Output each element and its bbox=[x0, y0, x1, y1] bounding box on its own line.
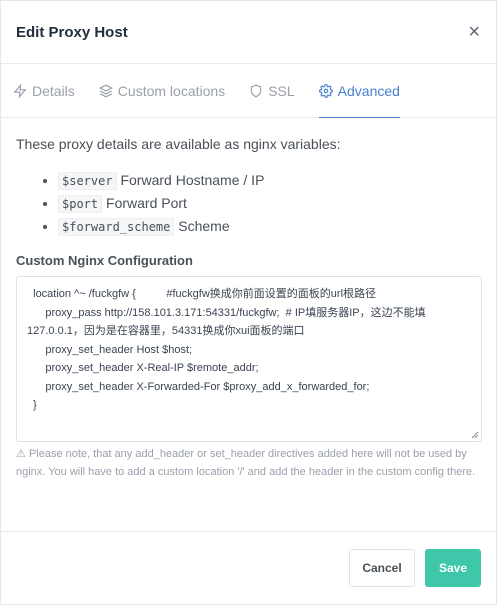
resize-handle-icon[interactable] bbox=[471, 431, 479, 439]
edit-proxy-host-modal: Edit Proxy Host × Details Custom locatio… bbox=[0, 0, 497, 605]
warning-icon: ⚠ bbox=[16, 448, 26, 460]
config-note: ⚠ Please note, that any add_header or se… bbox=[16, 445, 481, 481]
tab-custom-locations[interactable]: Custom locations bbox=[98, 64, 226, 117]
variable-code: $server bbox=[58, 172, 117, 190]
list-item: $port Forward Port bbox=[58, 195, 481, 213]
variables-intro: These proxy details are available as ngi… bbox=[16, 136, 341, 152]
nginx-config-textarea[interactable]: location ^~ /fuckgfw { #fuckgfw换成你前面设置的面… bbox=[16, 276, 482, 442]
bolt-icon bbox=[13, 83, 27, 98]
tab-ssl[interactable]: SSL bbox=[249, 64, 295, 117]
close-icon[interactable]: × bbox=[468, 22, 480, 42]
tab-ssl-label: SSL bbox=[268, 82, 295, 99]
modal-footer: Cancel Save bbox=[1, 531, 496, 604]
config-label: Custom Nginx Configuration bbox=[16, 253, 193, 268]
variable-code: $port bbox=[58, 195, 103, 213]
list-item: $server Forward Hostname / IP bbox=[58, 172, 481, 190]
list-item: $forward_scheme Scheme bbox=[58, 218, 481, 236]
variables-list: $server Forward Hostname / IP $port Forw… bbox=[16, 172, 481, 236]
advanced-panel: These proxy details are available as ngi… bbox=[1, 118, 496, 481]
tab-details[interactable]: Details bbox=[13, 64, 75, 117]
variable-code: $forward_scheme bbox=[58, 218, 175, 236]
config-note-text: Please note, that any add_header or set_… bbox=[16, 448, 476, 478]
gear-icon bbox=[318, 83, 333, 98]
save-button[interactable]: Save bbox=[425, 549, 481, 587]
tab-advanced-label: Advanced bbox=[337, 82, 400, 99]
cancel-button[interactable]: Cancel bbox=[349, 549, 415, 587]
tab-advanced[interactable]: Advanced bbox=[318, 64, 401, 118]
modal-header: Edit Proxy Host × bbox=[1, 1, 496, 64]
variable-desc: Forward Port bbox=[106, 195, 187, 211]
tab-bar: Details Custom locations SSL Advanced bbox=[1, 64, 496, 118]
variable-desc: Forward Hostname / IP bbox=[120, 172, 265, 188]
tab-custom-locations-label: Custom locations bbox=[117, 82, 226, 99]
modal-title: Edit Proxy Host bbox=[16, 23, 128, 41]
variable-desc: Scheme bbox=[178, 218, 230, 234]
layers-icon bbox=[98, 84, 113, 97]
shield-icon bbox=[250, 84, 262, 97]
tab-details-label: Details bbox=[32, 82, 75, 99]
